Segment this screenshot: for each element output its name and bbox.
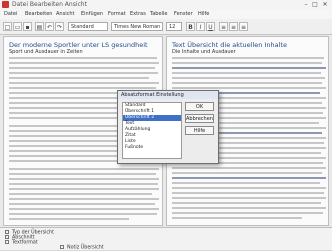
left-subheading: Sport und Ausdauer in Zeiten bbox=[9, 49, 83, 55]
align-left-icon[interactable]: ≡ bbox=[219, 22, 228, 31]
right-subheading: Die Inhalte und Ausdauer bbox=[172, 49, 236, 55]
minimize-button[interactable]: – bbox=[302, 1, 310, 8]
menu-bearbeiten[interactable]: Bearbeiten bbox=[25, 11, 52, 17]
menu-einfuegen[interactable]: Einfügen bbox=[81, 11, 103, 17]
redo-icon[interactable]: ↷ bbox=[55, 22, 64, 31]
bottom-row-label: Textformat bbox=[12, 240, 38, 246]
close-button[interactable]: ✕ bbox=[321, 1, 329, 8]
bottom-row[interactable]: Notiz Übersicht bbox=[60, 245, 104, 251]
menu-format[interactable]: Format bbox=[108, 11, 126, 17]
italic-icon[interactable]: I bbox=[196, 22, 205, 31]
doc-icon bbox=[5, 240, 9, 244]
format-dialog: Absatzformat Einstellung Standard Übersc… bbox=[117, 90, 219, 164]
menu-datei[interactable]: Datei bbox=[4, 11, 17, 17]
left-heading: Der moderne Sportler unter LS gesundheit bbox=[9, 41, 148, 49]
bottom-row[interactable]: Textformat bbox=[5, 240, 38, 246]
save-icon[interactable]: ▪ bbox=[23, 22, 32, 31]
font-select[interactable]: Times New Roman bbox=[111, 22, 163, 31]
undo-icon[interactable]: ↶ bbox=[45, 22, 54, 31]
bottom-row-label: Notiz Übersicht bbox=[67, 245, 104, 251]
align-center-icon[interactable]: ≡ bbox=[229, 22, 238, 31]
maximize-button[interactable]: □ bbox=[311, 1, 319, 8]
dialog-list[interactable]: Standard Überschrift 1 Überschrift 2 Tex… bbox=[122, 102, 182, 159]
doc-icon bbox=[5, 235, 9, 239]
cancel-button[interactable]: Abbrechen bbox=[185, 114, 214, 123]
open-icon[interactable]: ▭ bbox=[13, 22, 22, 31]
ok-button[interactable]: OK bbox=[185, 102, 214, 111]
help-button[interactable]: Hilfe bbox=[185, 126, 214, 135]
menu-hilfe[interactable]: Hilfe bbox=[198, 11, 209, 17]
align-right-icon[interactable]: ≡ bbox=[239, 22, 248, 31]
menu-tabelle[interactable]: Tabelle bbox=[150, 11, 167, 17]
menu-extras[interactable]: Extras bbox=[130, 11, 146, 17]
size-select[interactable]: 12 bbox=[166, 22, 182, 31]
window-title: Datei Bearbeiten Ansicht bbox=[12, 1, 87, 8]
underline-icon[interactable]: U bbox=[206, 22, 215, 31]
new-icon[interactable]: □ bbox=[3, 22, 12, 31]
right-heading: Text Übersicht die aktuellen Inhalte bbox=[172, 41, 287, 49]
app-icon bbox=[2, 1, 9, 8]
doc-icon bbox=[60, 245, 64, 249]
print-icon[interactable]: ▤ bbox=[35, 22, 44, 31]
menu-fenster[interactable]: Fenster bbox=[174, 11, 193, 17]
bottom-panel: Typ der Übersicht Abschnitt Textformat N… bbox=[0, 227, 332, 251]
bold-icon[interactable]: B bbox=[186, 22, 195, 31]
menu-ansicht[interactable]: Ansicht bbox=[56, 11, 74, 17]
toolbar: □ ▭ ▪ ▤ ↶ ↷ Standard Times New Roman 12 … bbox=[0, 19, 332, 35]
style-select[interactable]: Standard bbox=[68, 22, 108, 31]
dialog-title: Absatzformat Einstellung bbox=[118, 91, 218, 99]
screen: Datei Bearbeiten Ansicht – □ ✕ Datei Bea… bbox=[0, 0, 332, 251]
doc-icon bbox=[5, 230, 9, 234]
dialog-list-item[interactable]: Fußnote bbox=[123, 145, 181, 151]
